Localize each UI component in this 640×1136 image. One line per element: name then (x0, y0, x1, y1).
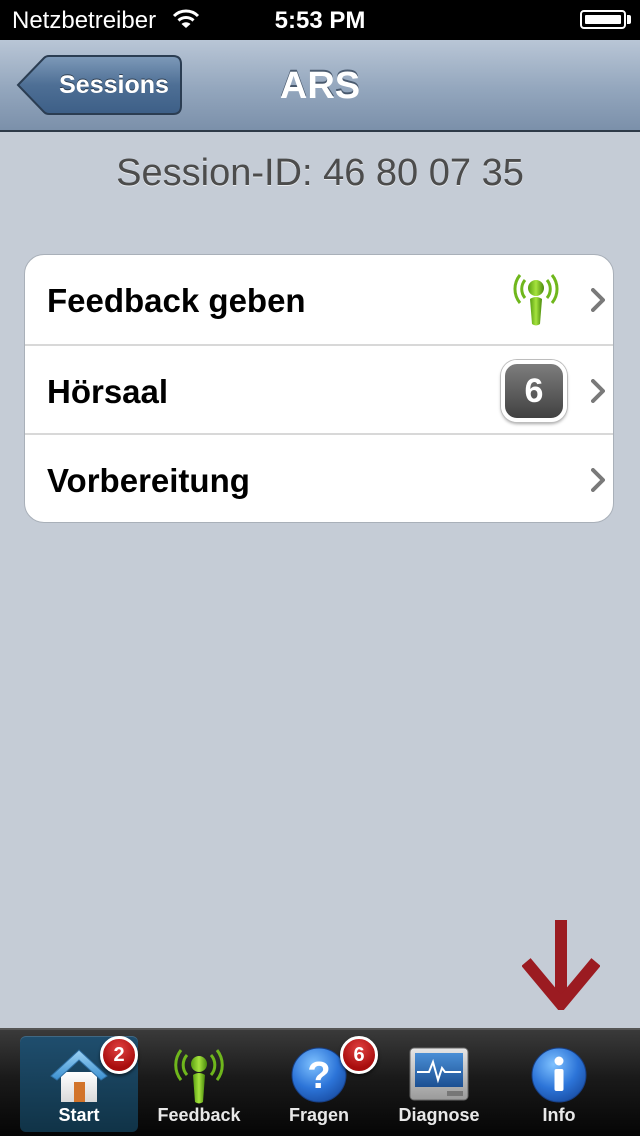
tab-fragen[interactable]: ? Fragen 6 (260, 1036, 378, 1132)
tab-start[interactable]: Start 2 (20, 1036, 138, 1132)
session-id-label: Session-ID: 46 80 07 35 (116, 152, 524, 194)
status-bar: Netzbetreiber 5:53 PM (0, 0, 640, 40)
tab-feedback[interactable]: Feedback (140, 1036, 258, 1132)
battery-tip (627, 15, 631, 24)
tab-bar: Start 2 Feedback ? Fragen 6 Diagnose Inf… (0, 1028, 640, 1136)
info-icon (531, 1047, 587, 1103)
tab-label: Fragen (288, 1105, 349, 1125)
row-hoersaal[interactable]: Hörsaal 6 (25, 344, 613, 435)
menu-table: Feedback geben Hörsaal 6 Vorbereitung (24, 254, 614, 523)
count-badge: 6 (501, 360, 567, 422)
navigation-bar: Sessions ARS (0, 40, 640, 132)
tab-info[interactable]: Info (500, 1036, 618, 1132)
row-label: Hörsaal (47, 373, 169, 410)
chevron-right-icon (591, 468, 605, 492)
tab-label: Diagnose (398, 1105, 480, 1125)
arrow-down-icon (522, 920, 600, 1010)
tab-label: Feedback (157, 1105, 241, 1125)
back-button-sessions[interactable]: Sessions (16, 55, 182, 115)
row-vorbereitung[interactable]: Vorbereitung (25, 433, 613, 522)
feedback-signal-icon (174, 1049, 224, 1104)
tab-diagnose[interactable]: Diagnose (380, 1036, 498, 1132)
notification-badge: 2 (100, 1036, 138, 1074)
chevron-right-icon (591, 288, 605, 312)
tab-label: Start (58, 1105, 100, 1125)
diagnose-monitor-icon (409, 1047, 469, 1101)
page-title: ARS (279, 65, 361, 107)
feedback-signal-icon (510, 269, 562, 332)
row-feedback-geben[interactable]: Feedback geben (25, 255, 613, 344)
svg-text:?: ? (307, 1055, 330, 1097)
back-button-label: Sessions (59, 71, 169, 99)
row-label: Vorbereitung (47, 462, 250, 499)
battery-icon (580, 10, 626, 29)
notification-badge: 6 (340, 1036, 378, 1074)
tab-label: Info (542, 1105, 576, 1125)
clock: 5:53 PM (274, 7, 366, 34)
chevron-right-icon (591, 379, 605, 403)
row-label: Feedback geben (47, 282, 306, 319)
